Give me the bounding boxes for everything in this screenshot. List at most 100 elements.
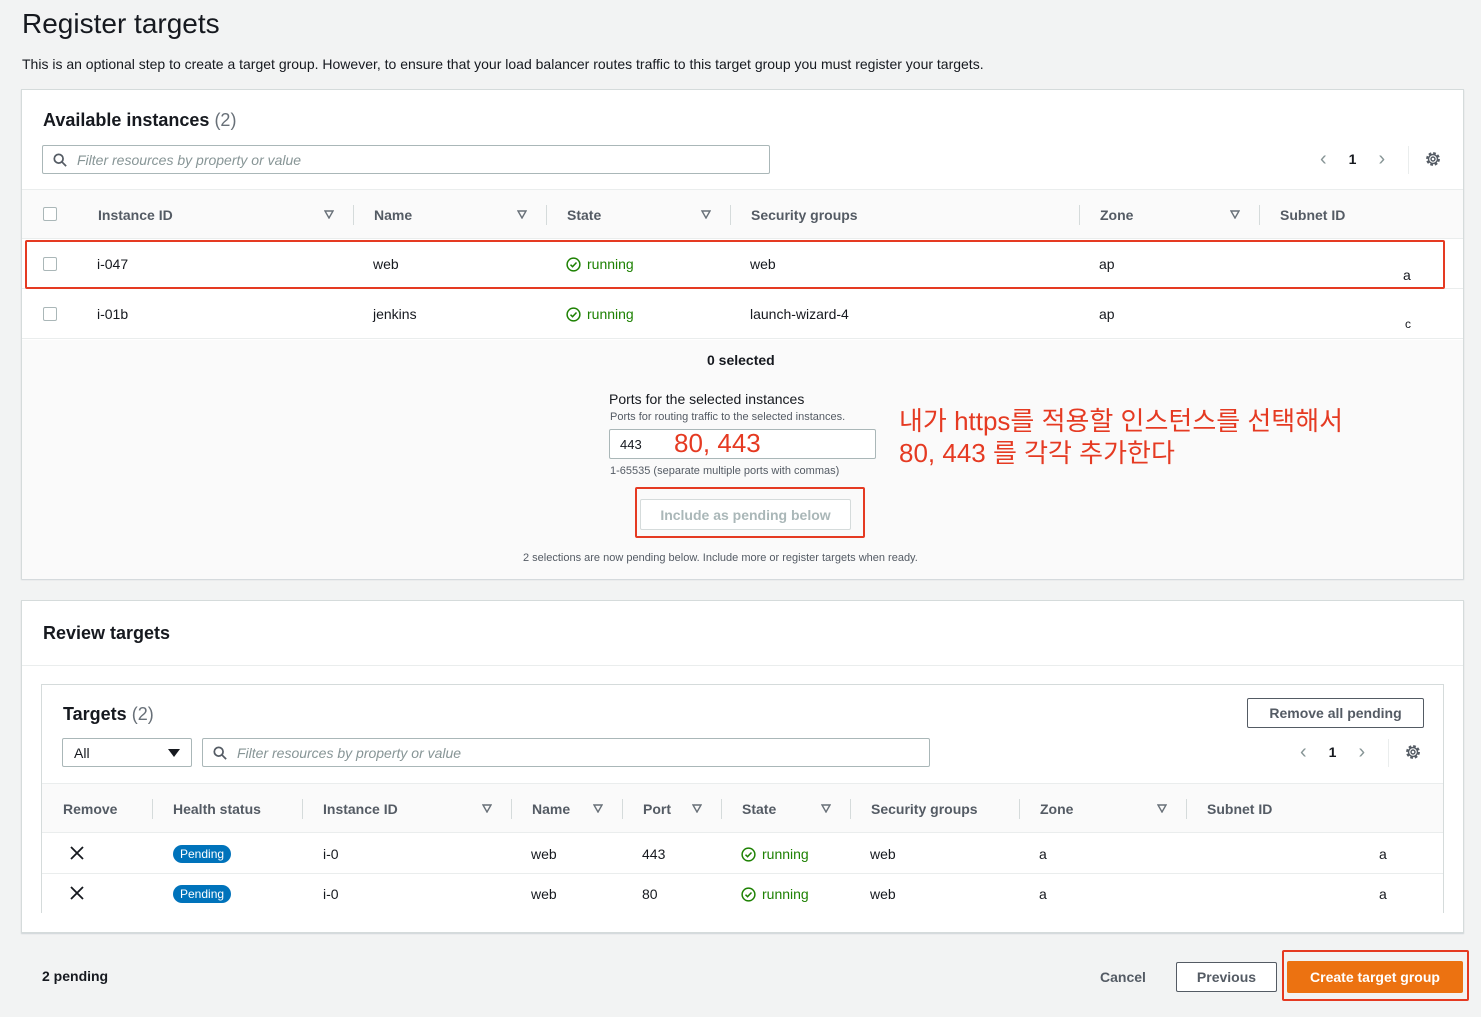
row-checkbox[interactable] [43, 307, 57, 321]
previous-button[interactable]: Previous [1176, 962, 1277, 992]
cell-name: jenkins [373, 306, 417, 322]
ports-input[interactable]: 443 80, 443 [609, 428, 876, 459]
page-title: Register targets [22, 8, 220, 39]
create-target-group-button[interactable]: Create target group [1287, 961, 1463, 993]
sort-icon[interactable] [593, 804, 603, 813]
include-pending-button[interactable]: Include as pending below [640, 499, 851, 530]
available-instances-title: Available instances [43, 110, 210, 130]
page-number[interactable]: 1 [1349, 151, 1357, 167]
cell-subnet: a [1379, 886, 1387, 902]
targets-pagination: ‹ 1 › [1300, 739, 1365, 765]
next-page-icon[interactable]: › [1358, 741, 1365, 764]
review-header-divider [22, 665, 1463, 666]
col-instance-id[interactable]: Instance ID [323, 801, 398, 817]
state-select-value: All [74, 745, 90, 761]
column-divider [1019, 799, 1020, 819]
check-circle-icon [741, 846, 756, 862]
col-state[interactable]: State [567, 207, 601, 223]
page-number[interactable]: 1 [1329, 744, 1337, 760]
cell-subnet: c [1405, 317, 1411, 331]
prev-page-icon[interactable]: ‹ [1300, 741, 1307, 764]
state-select[interactable]: All [62, 738, 192, 767]
status-text: running [762, 846, 809, 862]
search-icon [213, 745, 227, 760]
cell-security-groups: launch-wizard-4 [750, 306, 849, 322]
cell-name: web [531, 846, 557, 862]
sort-icon[interactable] [517, 210, 527, 219]
check-circle-icon [741, 886, 756, 902]
col-zone[interactable]: Zone [1100, 207, 1133, 223]
sort-icon[interactable] [324, 210, 334, 219]
sort-icon[interactable] [1230, 210, 1240, 219]
col-name[interactable]: Name [374, 207, 412, 223]
ports-hint: Ports for routing traffic to the selecte… [610, 411, 846, 423]
caret-down-icon [168, 749, 180, 757]
column-divider [1186, 799, 1187, 819]
available-filter-placeholder: Filter resources by property or value [77, 151, 302, 168]
health-badge: Pending [173, 885, 232, 903]
gear-icon[interactable] [1404, 743, 1422, 761]
cell-port: 80 [642, 886, 658, 902]
sort-icon[interactable] [1157, 804, 1167, 813]
available-filter-input[interactable]: Filter resources by property or value [42, 145, 770, 174]
column-divider [1259, 205, 1260, 225]
column-divider [546, 205, 547, 225]
targets-title: Targets [63, 704, 127, 724]
column-divider [511, 799, 512, 819]
column-divider [353, 205, 354, 225]
prev-page-icon[interactable]: ‹ [1320, 148, 1327, 171]
select-all-checkbox[interactable] [43, 207, 57, 221]
cell-name: web [531, 886, 557, 902]
page-description: This is an optional step to create a tar… [22, 56, 984, 72]
next-page-icon[interactable]: › [1378, 148, 1385, 171]
table-row: Pending i-0 web 80 running web a a [42, 874, 1443, 913]
cell-instance-id[interactable]: i-01b [97, 306, 128, 322]
col-instance-id[interactable]: Instance ID [98, 207, 173, 223]
targets-filter-placeholder: Filter resources by property or value [237, 744, 462, 761]
targets-filter-input[interactable]: Filter resources by property or value [202, 738, 930, 767]
cell-security-groups: web [870, 886, 896, 902]
col-state[interactable]: State [742, 801, 776, 817]
targets-table-header: Remove Health status Instance ID Name Po… [42, 783, 1443, 833]
col-subnet-id[interactable]: Subnet ID [1280, 207, 1345, 223]
col-port[interactable]: Port [643, 801, 671, 817]
status-running: running [741, 846, 809, 862]
col-security-groups[interactable]: Security groups [751, 207, 858, 223]
cell-subnet: a [1379, 846, 1387, 862]
targets-heading: Targets (2) [63, 704, 154, 725]
gear-icon[interactable] [1424, 150, 1442, 168]
sort-icon[interactable] [701, 210, 711, 219]
remove-icon[interactable] [70, 886, 84, 900]
ports-label: Ports for the selected instances [609, 391, 805, 407]
column-divider [302, 799, 303, 819]
search-icon [53, 152, 67, 167]
status-running: running [741, 886, 809, 902]
selected-count: 0 selected [707, 352, 775, 368]
col-name[interactable]: Name [532, 801, 570, 817]
column-divider [152, 799, 153, 819]
cell-port: 443 [642, 846, 666, 862]
cancel-button[interactable]: Cancel [1100, 969, 1146, 985]
column-divider [622, 799, 623, 819]
col-zone[interactable]: Zone [1040, 801, 1073, 817]
status-text: running [587, 306, 634, 322]
available-table-header: Instance ID Name State Security groups Z… [22, 189, 1463, 239]
table-row[interactable]: i-01b jenkins running launch-wizard-4 ap… [22, 290, 1463, 339]
col-subnet-id: Subnet ID [1207, 801, 1273, 817]
sort-icon[interactable] [692, 804, 702, 813]
column-divider [721, 799, 722, 819]
remove-icon[interactable] [70, 846, 84, 860]
col-remove: Remove [63, 801, 118, 817]
cell-instance-id[interactable]: i-0 [323, 886, 339, 902]
remove-all-pending-button[interactable]: Remove all pending [1247, 698, 1424, 728]
ports-constraint: 1-65535 (separate multiple ports with co… [610, 465, 840, 477]
sort-icon[interactable] [821, 804, 831, 813]
sort-icon[interactable] [482, 804, 492, 813]
available-instances-panel: Available instances (2) Filter resources… [21, 89, 1464, 579]
cell-security-groups: web [870, 846, 896, 862]
cell-instance-id[interactable]: i-0 [323, 846, 339, 862]
column-divider [850, 799, 851, 819]
available-pagination: ‹ 1 › [1320, 146, 1385, 172]
available-instances-heading: Available instances (2) [43, 110, 236, 131]
annotation-line-1: 내가 https를 적용할 인스턴스를 선택해서 [899, 406, 1344, 436]
